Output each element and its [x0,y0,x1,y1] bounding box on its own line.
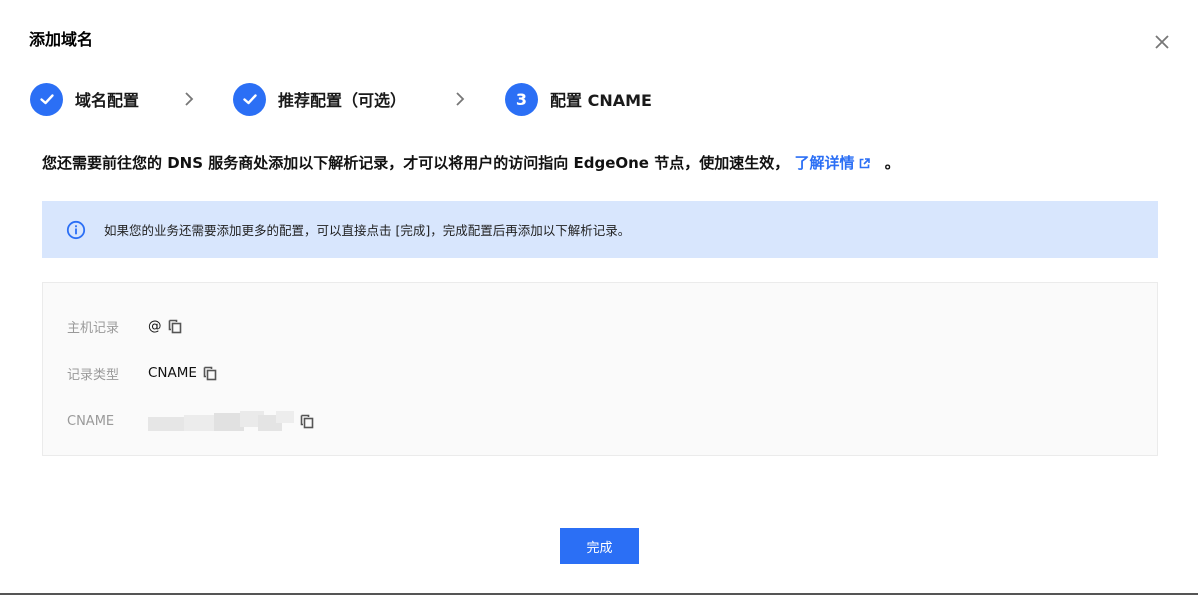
info-notice: 如果您的业务还需要添加更多的配置，可以直接点击 [完成]，完成配置后再添加以下解… [42,201,1158,258]
redacted-cname-value [148,411,294,431]
record-row-type: 记录类型 CNAME [67,363,217,383]
external-link-icon [860,158,871,169]
add-domain-dialog: 添加域名 域名配置 推荐配置（可选） 3 配置 CNAME 您还需要前往您的 D… [0,0,1198,595]
record-label: 主机记录 [67,320,120,336]
notice-text: 如果您的业务还需要添加更多的配置，可以直接点击 [完成]，完成配置后再添加以下解… [104,223,631,238]
learn-more-link[interactable]: 了解详情 [794,154,871,172]
step-number: 3 [505,82,538,116]
instruction-tail: 。 [884,154,900,172]
record-row-host: 主机记录 @ [67,316,182,336]
step-label: 域名配置 [75,91,140,110]
instruction-text: 您还需要前往您的 DNS 服务商处添加以下解析记录，才可以将用户的访问指向 Ed… [42,152,900,174]
info-icon [66,220,86,239]
step-cname-config: 3 配置 CNAME [505,82,652,116]
step-label: 推荐配置（可选） [278,91,407,110]
record-value: @ [148,318,162,334]
dns-record-panel: 主机记录 @ 记录类型 CNAME CNAME [42,282,1158,456]
stepper: 域名配置 推荐配置（可选） 3 配置 CNAME [30,82,730,116]
close-icon[interactable] [1152,32,1172,52]
check-icon [233,82,266,116]
step-recommended-config: 推荐配置（可选） [233,82,406,116]
record-value: CNAME [148,365,197,381]
record-label: 记录类型 [67,367,120,383]
copy-icon[interactable] [300,414,314,429]
chevron-right-icon [456,92,465,106]
copy-icon[interactable] [203,366,217,381]
instruction-body: 您还需要前往您的 DNS 服务商处添加以下解析记录，才可以将用户的访问指向 Ed… [42,154,790,172]
step-label: 配置 CNAME [550,91,652,110]
done-button[interactable]: 完成 [560,528,639,564]
dialog-title: 添加域名 [29,30,94,49]
record-label: CNAME [67,413,115,429]
check-icon [30,82,63,116]
chevron-right-icon [185,92,194,106]
step-domain-config: 域名配置 [30,82,139,116]
copy-icon[interactable] [168,319,182,334]
record-row-cname: CNAME [67,411,314,431]
